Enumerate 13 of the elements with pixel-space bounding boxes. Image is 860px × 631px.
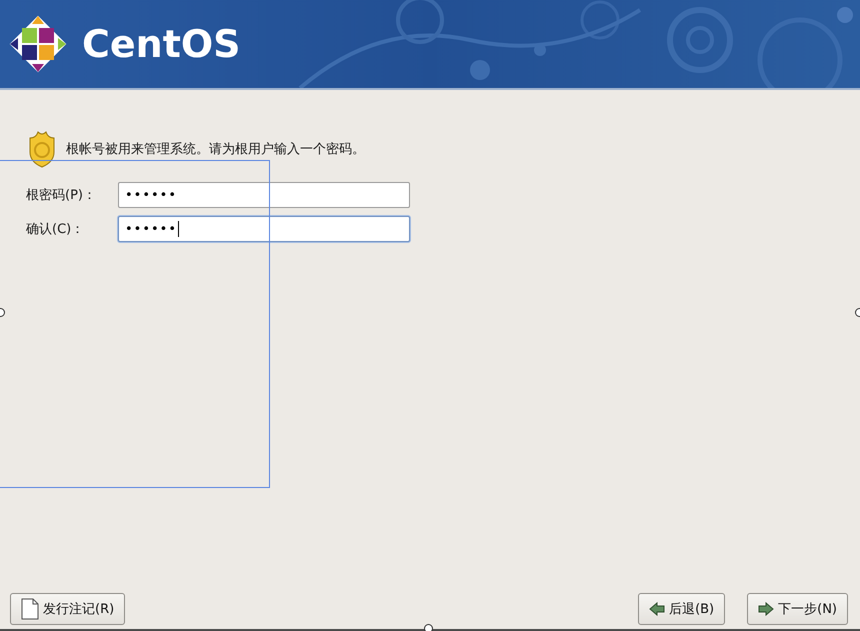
next-button[interactable]: 下一步(N): [747, 593, 848, 625]
release-notes-button[interactable]: 发行注记(R): [10, 593, 126, 625]
back-button[interactable]: 后退(B): [638, 593, 726, 625]
password-field[interactable]: ••••••: [118, 182, 410, 208]
back-arrow-icon: [649, 602, 666, 616]
instruction-text: 根帐号被用来管理系统。请为根用户输入一个密码。: [66, 141, 365, 158]
field-label: 确认(C)：: [26, 221, 86, 238]
forward-arrow-icon: [758, 602, 774, 616]
resize-handle[interactable]: [424, 624, 433, 631]
brand-name: CentOS: [82, 22, 241, 66]
password-field[interactable]: ••••••: [118, 216, 410, 242]
field-label: 根密码(P)：: [26, 187, 97, 204]
document-icon: [21, 598, 39, 620]
